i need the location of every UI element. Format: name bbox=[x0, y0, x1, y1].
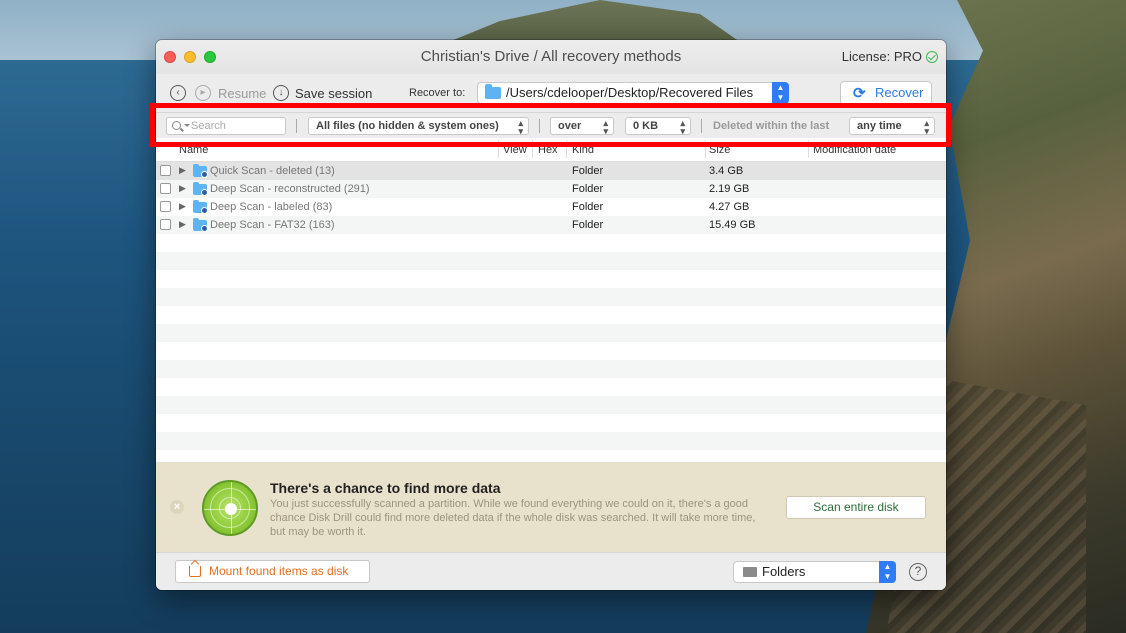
view-mode-value: Folders bbox=[762, 564, 806, 579]
recover-path-value: /Users/cdelooper/Desktop/Recovered Files bbox=[506, 85, 754, 100]
chevron-updown-icon[interactable]: ▲ ▼ bbox=[772, 82, 789, 104]
table-row[interactable]: ▶ Deep Scan - FAT32 (163) Folder 15.49 G… bbox=[156, 216, 946, 234]
radar-icon bbox=[202, 480, 258, 536]
empty-row bbox=[156, 324, 946, 342]
row-size: 15.49 GB bbox=[709, 219, 756, 231]
save-session-button[interactable]: Save session bbox=[295, 86, 372, 101]
license-label: License: PRO bbox=[841, 49, 922, 64]
row-name: Quick Scan - deleted (13) bbox=[210, 165, 335, 177]
close-icon[interactable]: × bbox=[170, 500, 184, 514]
table-row[interactable]: ▶ Deep Scan - reconstructed (291) Folder… bbox=[156, 180, 946, 198]
empty-row bbox=[156, 378, 946, 396]
empty-row bbox=[156, 450, 946, 462]
mount-found-items-button[interactable]: Mount found items as disk bbox=[175, 560, 370, 583]
row-name: Deep Scan - reconstructed (291) bbox=[210, 183, 370, 195]
mount-icon bbox=[189, 566, 201, 577]
folder-icon bbox=[743, 567, 757, 577]
row-kind: Folder bbox=[572, 183, 604, 195]
refresh-icon: ⟳ bbox=[853, 85, 866, 102]
help-icon[interactable]: ? bbox=[909, 563, 927, 581]
row-kind: Folder bbox=[572, 165, 604, 177]
empty-row bbox=[156, 414, 946, 432]
empty-row bbox=[156, 234, 946, 252]
row-size: 4.27 GB bbox=[709, 201, 750, 213]
mount-button-label: Mount found items as disk bbox=[209, 564, 349, 578]
folder-icon bbox=[193, 182, 208, 196]
recover-to-label: Recover to: bbox=[409, 87, 466, 99]
recover-button-label: Recover bbox=[875, 85, 924, 100]
titlebar[interactable]: Christian's Drive / All recovery methods… bbox=[156, 40, 946, 74]
row-kind: Folder bbox=[572, 201, 604, 213]
empty-row bbox=[156, 432, 946, 450]
play-icon[interactable]: ▸ bbox=[195, 85, 211, 101]
scan-entire-disk-button[interactable]: Scan entire disk bbox=[786, 496, 926, 519]
row-name: Deep Scan - labeled (83) bbox=[210, 201, 333, 213]
row-checkbox[interactable] bbox=[160, 219, 171, 230]
banner-title: There's a chance to find more data bbox=[270, 480, 501, 496]
results-table: Name View Hex Kind Size Modification dat… bbox=[156, 138, 946, 462]
folder-icon bbox=[193, 164, 208, 178]
filter-bar-highlight-box bbox=[150, 103, 951, 147]
check-circle-icon bbox=[926, 50, 938, 63]
folder-icon bbox=[193, 200, 208, 214]
more-data-banner: × There's a chance to find more data You… bbox=[156, 462, 946, 552]
row-checkbox[interactable] bbox=[160, 165, 171, 176]
bottom-bar: Mount found items as disk Folders ▲ ▼ ? bbox=[156, 552, 946, 590]
save-session-icon[interactable]: ↓ bbox=[273, 85, 289, 101]
resume-button[interactable]: Resume bbox=[218, 86, 266, 101]
empty-row bbox=[156, 270, 946, 288]
empty-row bbox=[156, 360, 946, 378]
disclosure-triangle-icon[interactable]: ▶ bbox=[179, 219, 186, 230]
row-checkbox[interactable] bbox=[160, 201, 171, 212]
disclosure-triangle-icon[interactable]: ▶ bbox=[179, 183, 186, 194]
empty-row bbox=[156, 252, 946, 270]
banner-text: You just successfully scanned a partitio… bbox=[270, 498, 756, 538]
table-row[interactable]: ▶ Quick Scan - deleted (13) Folder 3.4 G… bbox=[156, 162, 946, 180]
table-row[interactable]: ▶ Deep Scan - labeled (83) Folder 4.27 G… bbox=[156, 198, 946, 216]
empty-row bbox=[156, 396, 946, 414]
recover-path-select[interactable]: /Users/cdelooper/Desktop/Recovered Files… bbox=[477, 82, 789, 104]
row-checkbox[interactable] bbox=[160, 183, 171, 194]
disclosure-triangle-icon[interactable]: ▶ bbox=[179, 165, 186, 176]
recover-button[interactable]: ⟳ Recover bbox=[840, 81, 932, 105]
window-title: Christian's Drive / All recovery methods bbox=[420, 48, 682, 65]
empty-row bbox=[156, 288, 946, 306]
view-mode-select[interactable]: Folders ▲ ▼ bbox=[733, 561, 896, 583]
row-size: 3.4 GB bbox=[709, 165, 744, 177]
folder-icon bbox=[485, 84, 501, 99]
disclosure-triangle-icon[interactable]: ▶ bbox=[179, 201, 186, 212]
license-status: License: PRO bbox=[842, 49, 938, 64]
chevron-updown-icon[interactable]: ▲ ▼ bbox=[879, 561, 896, 583]
row-size: 2.19 GB bbox=[709, 183, 750, 195]
row-kind: Folder bbox=[572, 219, 604, 231]
empty-row bbox=[156, 306, 946, 324]
back-icon[interactable]: ‹ bbox=[170, 85, 186, 101]
folder-icon bbox=[193, 218, 208, 232]
empty-row bbox=[156, 342, 946, 360]
row-name: Deep Scan - FAT32 (163) bbox=[210, 219, 335, 231]
